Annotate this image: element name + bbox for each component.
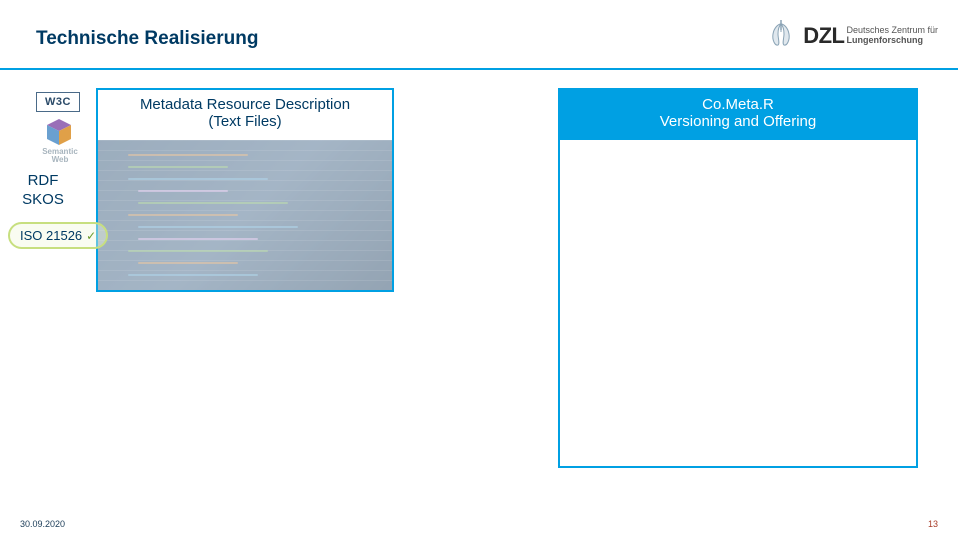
footer-date: 30.09.2020 xyxy=(20,519,65,529)
logo-abbr: DZL xyxy=(803,23,844,49)
semantic-web-label: Semantic Web xyxy=(40,148,80,164)
logo-line2: Lungenforschung xyxy=(846,36,938,46)
metadata-panel: Metadata Resource Description (Text File… xyxy=(96,88,394,292)
cometar-title-line2: Versioning and Offering xyxy=(564,113,912,130)
page-number: 13 xyxy=(928,519,938,529)
slide-title: Technische Realisierung xyxy=(36,28,258,50)
skos-label: SKOS xyxy=(14,191,72,210)
metadata-panel-header: Metadata Resource Description (Text File… xyxy=(98,90,392,140)
rdf-label: RDF xyxy=(14,172,72,191)
metadata-panel-title-line1: Metadata Resource Description xyxy=(102,96,388,113)
metadata-panel-title-line2: (Text Files) xyxy=(102,113,388,130)
rdf-skos-label: RDF SKOS xyxy=(14,172,72,210)
dzl-logo: DZL Deutsches Zentrum für Lungenforschun… xyxy=(767,18,938,53)
cometar-panel: Co.Meta.R Versioning and Offering xyxy=(558,88,918,468)
iso-label: ISO 21526 xyxy=(20,228,82,243)
code-editor-screenshot xyxy=(98,140,392,290)
cometar-title-line1: Co.Meta.R xyxy=(564,96,912,113)
w3c-badge: W3C xyxy=(36,92,80,112)
cometar-panel-header: Co.Meta.R Versioning and Offering xyxy=(560,90,916,140)
lung-icon xyxy=(767,18,795,53)
iso-badge: ISO 21526 ✓ xyxy=(8,222,108,249)
logo-text-block: DZL Deutsches Zentrum für Lungenforschun… xyxy=(803,23,938,49)
slide-header: Technische Realisierung DZL Deutsches Ze… xyxy=(0,0,958,70)
check-icon: ✓ xyxy=(86,229,96,243)
